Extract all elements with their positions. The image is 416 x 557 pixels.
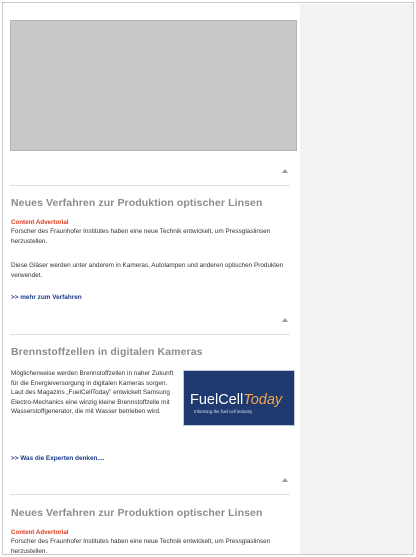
article-paragraph: Diese Gläser werden unter anderem in Kam…: [11, 262, 284, 279]
article-headline[interactable]: Neues Verfahren zur Produktion optischer…: [11, 507, 263, 519]
banner-ad-placeholder[interactable]: [10, 20, 297, 151]
divider: [10, 334, 290, 335]
logo-slogan: Informing the fuel cell industry: [194, 409, 253, 414]
article-headline[interactable]: Neues Verfahren zur Produktion optischer…: [11, 197, 263, 209]
advertorial-tag: Content Advertorial: [11, 529, 69, 536]
right-sidebar: [300, 4, 413, 554]
advertorial-tag: Content Advertorial: [11, 219, 69, 226]
fuelcelltoday-logo[interactable]: FuelCellToday Informing the fuel cell in…: [183, 370, 295, 426]
article-paragraph: Forscher des Fraunhofer Institutes haben…: [11, 538, 271, 555]
article-paragraph: Möglicherweise werden Brennstoffzellen i…: [11, 370, 174, 415]
article-headline[interactable]: Brennstoffzellen in digitalen Kameras: [11, 346, 203, 358]
article-paragraph: Forscher des Fraunhofer Institutes haben…: [11, 228, 271, 245]
main-content-column: Neues Verfahren zur Produktion optischer…: [4, 4, 300, 555]
back-to-top-icon[interactable]: [282, 478, 288, 482]
read-more-link[interactable]: >> mehr zum Verfahren: [11, 294, 82, 301]
back-to-top-icon[interactable]: [282, 318, 288, 322]
divider: [10, 494, 290, 495]
logo-wordmark: FuelCellToday: [190, 392, 283, 408]
back-to-top-icon[interactable]: [282, 169, 288, 173]
read-more-link[interactable]: >> Was die Experten denken....: [11, 455, 105, 462]
divider: [10, 185, 290, 186]
page-frame: Neues Verfahren zur Produktion optischer…: [2, 2, 414, 555]
